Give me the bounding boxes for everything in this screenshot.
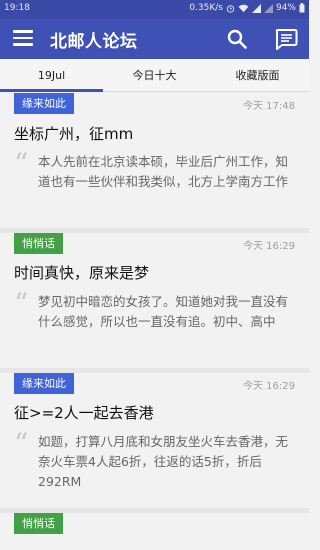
post-title[interactable]: 征>=2人一起去香港	[14, 402, 154, 423]
tab-bar: 19Jul 今日十大 收藏版面	[0, 59, 309, 92]
status-time: 19:18	[4, 3, 30, 13]
post-time: 今天 17:48	[243, 101, 295, 112]
board-badge[interactable]: 悄悄话	[14, 233, 63, 254]
message-icon[interactable]	[274, 28, 298, 50]
wifi-icon	[238, 4, 249, 12]
board-badge[interactable]: 缘来如此	[14, 93, 74, 114]
tab-19jul[interactable]: 19Jul	[0, 59, 103, 92]
quote-icon: “	[14, 427, 29, 460]
post-card[interactable]: 悄悄话 今天 16:29 时间真快，原来是梦 “ 梦见初中暗恋的女孩了。知道她对…	[0, 228, 309, 368]
post-excerpt: 本人先前在北京读本硕，毕业后广州工作，知道也有一些伙伴和我类似，北方上学南方工作	[38, 154, 289, 189]
battery-percent: 94%	[275, 3, 296, 13]
tab-top-ten[interactable]: 今日十大	[103, 59, 206, 92]
post-excerpt: 梦见初中暗恋的女孩了。知道她对我一直没有什么感觉，所以也一直没有追。初中、高中	[38, 294, 289, 329]
post-card[interactable]: 悄悄话	[0, 508, 309, 550]
status-bar: 19:18 0.35K/s 94%	[0, 0, 309, 19]
app-title: 北邮人论坛	[50, 32, 138, 52]
board-badge[interactable]: 缘来如此	[14, 373, 74, 394]
post-time: 今天 16:29	[243, 241, 295, 252]
quote-icon: “	[14, 287, 29, 320]
battery-icon	[299, 3, 305, 13]
status-icons: 0.35K/s 94%	[189, 3, 305, 13]
post-list: 缘来如此 今天 17:48 坐标广州，征mm “ 本人先前在北京读本硕，毕业后广…	[0, 93, 309, 550]
menu-icon[interactable]	[13, 30, 33, 48]
tab-favorite-boards[interactable]: 收藏版面	[206, 59, 309, 92]
signal-1-icon	[251, 3, 261, 13]
quote-icon: “	[14, 147, 29, 180]
post-time: 今天 16:29	[243, 381, 295, 392]
signal-2-icon	[263, 3, 273, 13]
post-title[interactable]: 坐标广州，征mm	[14, 123, 133, 144]
tab-indicator	[0, 89, 103, 92]
post-card[interactable]: 缘来如此 今天 16:29 征>=2人一起去香港 “ 如题，打算八月底和女朋友坐…	[0, 368, 309, 508]
post-title[interactable]: 时间真快，原来是梦	[14, 262, 149, 283]
search-icon[interactable]	[226, 28, 248, 50]
board-badge[interactable]: 悄悄话	[14, 513, 63, 534]
alarm-icon	[226, 4, 235, 13]
app-bar: 北邮人论坛	[0, 19, 309, 59]
post-card[interactable]: 缘来如此 今天 17:48 坐标广州，征mm “ 本人先前在北京读本硕，毕业后广…	[0, 93, 309, 233]
network-speed: 0.35K/s	[189, 3, 223, 13]
post-excerpt: 如题，打算八月底和女朋友坐火车去香港，无奈火车票4人起6折，往返的话5折，折后2…	[38, 434, 289, 489]
